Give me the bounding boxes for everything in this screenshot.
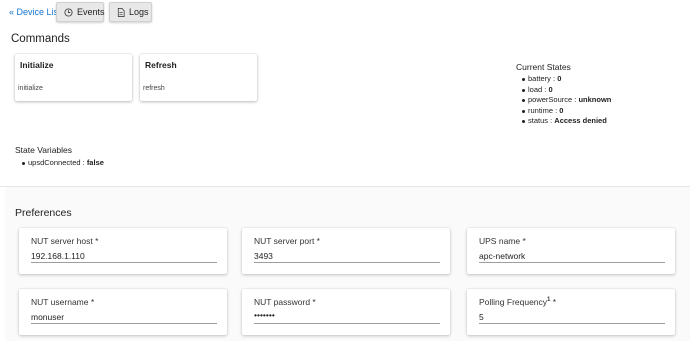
top-bar: « Device List Events Logs: [0, 0, 690, 26]
document-icon: [117, 7, 125, 17]
nut-username-input[interactable]: [31, 310, 217, 324]
polling-frequency-field: Polling Frequency1 *: [467, 289, 675, 335]
nut-server-port-field: NUT server port *: [242, 228, 450, 274]
nut-server-port-input[interactable]: [254, 249, 440, 263]
clock-icon: [64, 7, 73, 17]
events-label: Events: [77, 7, 105, 17]
current-states-title: Current States: [516, 62, 571, 72]
refresh-command-button[interactable]: Refresh refresh: [140, 54, 257, 101]
nut-username-field: NUT username *: [19, 289, 227, 335]
logs-label: Logs: [129, 7, 149, 17]
field-label: UPS name *: [479, 236, 526, 246]
state-item-power-source: powerSource : unknown: [522, 95, 611, 106]
initialize-command-button[interactable]: Initialize initialize: [15, 54, 132, 101]
state-variables: State Variables upsdConnected : false: [15, 145, 104, 167]
state-item-status: status : Access denied: [522, 116, 611, 127]
field-label: Polling Frequency1 *: [479, 297, 557, 307]
state-variable-upsd-connected: upsdConnected : false: [22, 158, 104, 167]
preferences-heading: Preferences: [15, 207, 72, 219]
state-variables-title: State Variables: [15, 145, 73, 155]
command-title: Initialize: [20, 60, 54, 70]
state-variables-list: upsdConnected : false: [15, 158, 104, 167]
nut-password-input[interactable]: •••••••: [254, 310, 440, 324]
state-item-battery: battery : 0: [522, 74, 611, 85]
ups-name-field: UPS name *: [467, 228, 675, 274]
device-list-link[interactable]: « Device List: [9, 7, 61, 17]
command-name: refresh: [143, 85, 165, 92]
ups-name-input[interactable]: [479, 249, 665, 263]
current-states: Current States battery : 0 load : 0 powe…: [516, 62, 611, 127]
nut-server-host-input[interactable]: [31, 249, 217, 263]
state-item-load: load : 0: [522, 85, 611, 96]
field-label: NUT username *: [31, 297, 95, 307]
command-title: Refresh: [145, 60, 177, 70]
field-label: NUT password *: [254, 297, 316, 307]
field-label: NUT server host *: [31, 236, 99, 246]
command-name: initialize: [18, 85, 43, 92]
events-button[interactable]: Events: [56, 2, 105, 22]
field-label: NUT server port *: [254, 236, 320, 246]
polling-frequency-input[interactable]: [479, 310, 665, 324]
current-states-list: battery : 0 load : 0 powerSource : unkno…: [516, 74, 611, 127]
nut-password-field: NUT password * •••••••: [242, 289, 450, 335]
state-item-runtime: runtime : 0: [522, 106, 611, 117]
nut-server-host-field: NUT server host *: [19, 228, 227, 274]
logs-button[interactable]: Logs: [109, 2, 152, 22]
commands-heading: Commands: [11, 33, 70, 45]
